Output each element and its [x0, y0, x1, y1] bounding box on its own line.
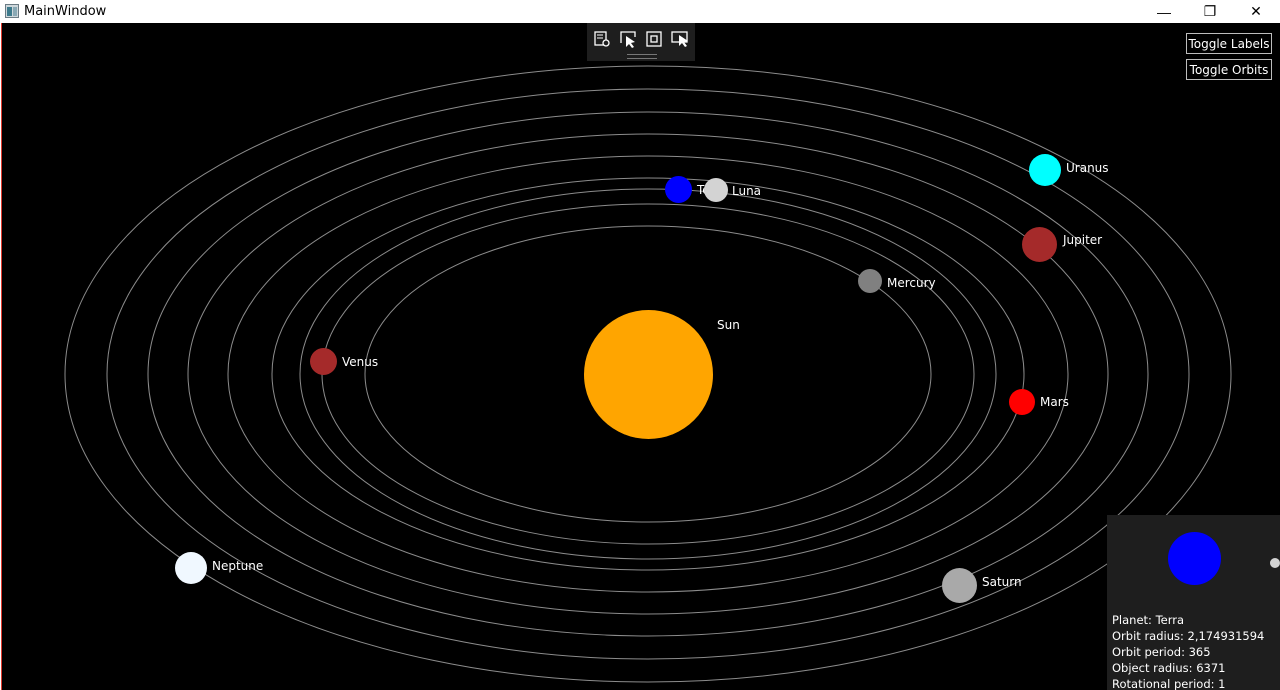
mercury-label: Mercury	[887, 276, 936, 290]
maximize-button[interactable]: ❐	[1187, 0, 1233, 23]
info-rotational-period: Rotational period: 1	[1112, 677, 1226, 690]
minimize-icon: —	[1157, 3, 1171, 20]
luna-label: Luna	[732, 184, 762, 198]
planet-info-panel: Planet: Terra Orbit radius: 2,174931594 …	[1107, 515, 1280, 690]
info-object-radius: Object radius: 6371	[1112, 661, 1226, 675]
saturn-label: Saturn	[982, 575, 1022, 589]
close-icon: ✕	[1250, 3, 1262, 19]
select-cursor-icon[interactable]	[618, 29, 638, 49]
restore-icon: ❐	[1203, 3, 1217, 19]
jupiter-body[interactable]	[1022, 227, 1057, 262]
neptune-label: Neptune	[212, 559, 264, 573]
mercury-body[interactable]	[858, 269, 882, 293]
toolbar-grip[interactable]	[627, 54, 657, 59]
track-cursor-icon[interactable]	[670, 29, 690, 49]
sun-body[interactable]	[584, 310, 713, 439]
info-luna-preview	[1270, 558, 1280, 568]
mars-body[interactable]	[1009, 389, 1035, 415]
settings-list-icon[interactable]	[592, 29, 612, 49]
luna-body[interactable]	[704, 178, 728, 202]
venus-label: Venus	[342, 355, 379, 369]
title-bar[interactable]: MainWindow — ❐ ✕	[0, 0, 1280, 23]
solar-system-canvas[interactable]: Sun Mercury Venus Terra Luna Mars Jupite…	[1, 23, 1280, 690]
main-window: MainWindow — ❐ ✕ Sun Mercury Venus Luna …	[0, 0, 1280, 690]
info-orbit-period: Orbit period: 365	[1112, 645, 1211, 659]
info-terra-preview	[1168, 532, 1221, 585]
neptune-body[interactable]	[175, 552, 207, 584]
uranus-label: Uranus	[1066, 161, 1109, 175]
uranus-body[interactable]	[1029, 154, 1061, 186]
info-orbit-radius: Orbit radius: 2,174931594	[1112, 629, 1265, 643]
saturn-body[interactable]	[942, 568, 977, 603]
debug-toolbar	[587, 23, 695, 61]
sun-label: Sun	[717, 318, 740, 332]
mars-label: Mars	[1040, 395, 1069, 409]
close-button[interactable]: ✕	[1233, 0, 1279, 23]
app-icon	[5, 4, 19, 18]
toggle-orbits-button[interactable]: Toggle Orbits	[1186, 59, 1272, 80]
frame-icon[interactable]	[644, 29, 664, 49]
minimize-button[interactable]: —	[1141, 0, 1187, 23]
jupiter-label: Jupiter	[1063, 233, 1103, 247]
terra-body[interactable]	[665, 176, 692, 203]
info-planet: Planet: Terra	[1112, 613, 1185, 627]
window-title: MainWindow	[24, 4, 107, 19]
toggle-labels-button[interactable]: Toggle Labels	[1186, 33, 1272, 54]
venus-body[interactable]	[310, 348, 337, 375]
